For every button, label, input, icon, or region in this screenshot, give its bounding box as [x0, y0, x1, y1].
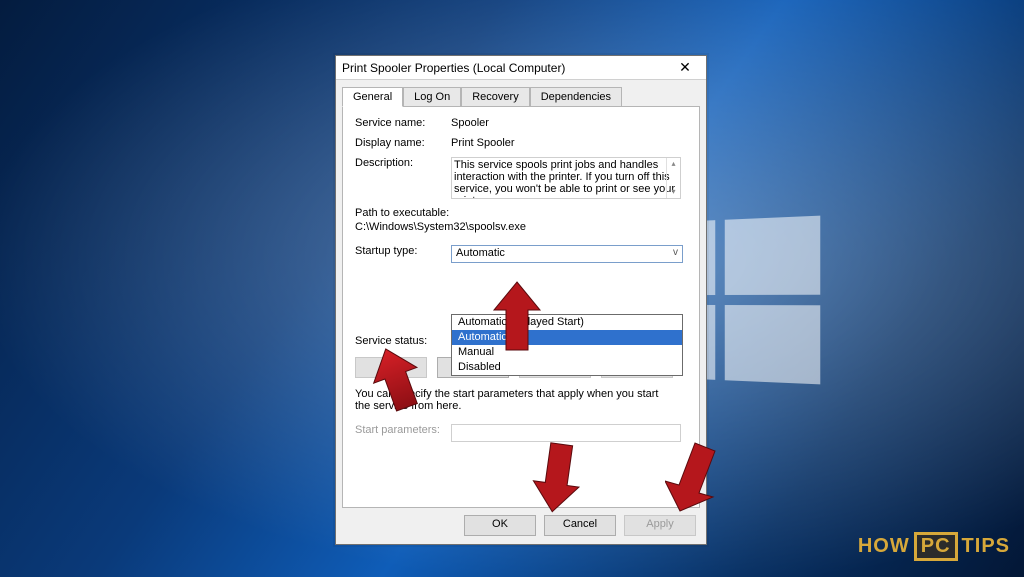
properties-dialog: Print Spooler Properties (Local Computer…: [335, 55, 707, 545]
label-service-status: Service status:: [355, 335, 451, 347]
tab-dependencies[interactable]: Dependencies: [530, 87, 622, 107]
value-display-name: Print Spooler: [451, 137, 687, 149]
apply-button[interactable]: Apply: [624, 515, 696, 536]
startup-type-combo[interactable]: Automatic: [451, 245, 683, 263]
tab-general[interactable]: General: [342, 87, 403, 107]
label-display-name: Display name:: [355, 137, 451, 149]
option-disabled[interactable]: Disabled: [452, 360, 682, 375]
titlebar[interactable]: Print Spooler Properties (Local Computer…: [336, 56, 706, 80]
label-description: Description:: [355, 157, 451, 199]
start-params-hint: You can specify the start parameters tha…: [355, 388, 675, 412]
close-icon[interactable]: ✕: [670, 59, 700, 76]
tab-panel-general: Service name: Spooler Display name: Prin…: [342, 106, 700, 508]
cancel-button[interactable]: Cancel: [544, 515, 616, 536]
scroll-down-icon[interactable]: ▾: [667, 186, 680, 198]
scrollbar[interactable]: ▴ ▾: [666, 158, 680, 198]
option-automatic[interactable]: Automatic: [452, 330, 682, 345]
label-path: Path to executable:: [355, 207, 687, 219]
option-manual[interactable]: Manual: [452, 345, 682, 360]
value-description: This service spools print jobs and handl…: [454, 159, 675, 199]
dialog-buttons: OK Cancel Apply: [464, 515, 696, 536]
label-service-name: Service name:: [355, 117, 451, 129]
value-service-name: Spooler: [451, 117, 687, 129]
window-title: Print Spooler Properties (Local Computer…: [342, 61, 670, 75]
ok-button[interactable]: OK: [464, 515, 536, 536]
value-path: C:\Windows\System32\spoolsv.exe: [355, 221, 687, 233]
startup-type-dropdown[interactable]: Automatic (Delayed Start) Automatic Manu…: [451, 314, 683, 376]
start-params-input[interactable]: [451, 424, 681, 442]
tab-strip: General Log On Recovery Dependencies: [336, 80, 706, 106]
watermark: HOW PC TIPS: [858, 532, 1010, 561]
description-textbox[interactable]: This service spools print jobs and handl…: [451, 157, 681, 199]
tab-recovery[interactable]: Recovery: [461, 87, 529, 107]
scroll-up-icon[interactable]: ▴: [667, 158, 680, 170]
option-automatic-delayed[interactable]: Automatic (Delayed Start): [452, 315, 682, 330]
label-startup-type: Startup type:: [355, 245, 451, 263]
tab-logon[interactable]: Log On: [403, 87, 461, 107]
label-start-params: Start parameters:: [355, 424, 451, 442]
start-button[interactable]: Start: [355, 357, 427, 378]
startup-type-selected: Automatic: [456, 247, 505, 259]
